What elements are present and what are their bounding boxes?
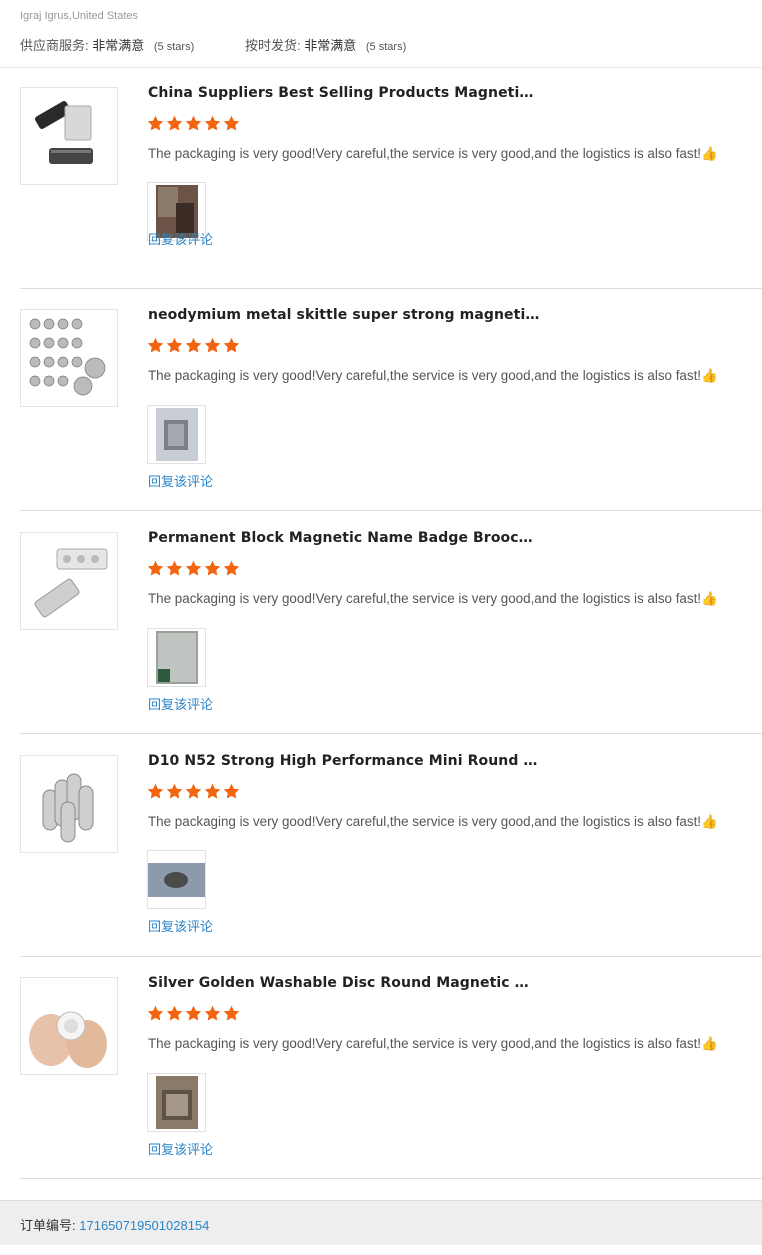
review-photo[interactable] [147,850,206,909]
review-comment: The packaging is very good!Very careful,… [148,146,718,161]
product-title[interactable]: Silver Golden Washable Disc Round Magnet… [148,975,529,991]
magnetic-badge-image [35,101,93,164]
rating-value: 非常满意 [304,38,357,53]
star-icon [166,783,183,799]
reply-link[interactable]: 回复该评论 [148,471,213,490]
product-title[interactable]: China Suppliers Best Selling Products Ma… [148,85,533,101]
star-icon [223,783,240,799]
magnet-pins-image [29,318,106,396]
star-icon [166,560,183,576]
star-icon [204,560,221,576]
reply-link[interactable]: 回复该评论 [148,916,213,935]
name-badge-magnet-image [34,548,108,618]
product-thumbnail[interactable] [20,309,118,407]
review-comment: The packaging is very good!Very careful,… [148,1036,718,1051]
review-comment: The packaging is very good!Very careful,… [148,591,718,606]
rating-label: 按时发货: [245,38,301,53]
star-rating [147,115,240,132]
divider [20,510,762,511]
order-number-label: 订单编号: [20,1218,76,1233]
round-magnets-image [42,773,94,843]
rating-note: (5 stars) [365,41,407,53]
star-icon [185,1005,202,1021]
star-icon [185,560,202,576]
product-thumbnail[interactable] [20,755,118,853]
order-number-link[interactable]: 171650719501028154 [79,1218,209,1233]
review-item: China Suppliers Best Selling Products Ma… [0,67,762,289]
review-photo[interactable] [147,405,206,464]
star-icon [204,783,221,799]
review-comment: The packaging is very good!Very careful,… [148,814,718,829]
product-thumbnail[interactable] [20,532,118,630]
buyer-name: Igraj Igrus,United States [20,10,139,22]
star-icon [166,115,183,131]
customer-photo-icon [148,863,205,897]
rating-note: (5 stars) [153,41,195,53]
divider [20,733,762,734]
star-icon [147,337,164,353]
star-icon [204,115,221,131]
star-icon [147,560,164,576]
reply-link[interactable]: 回复该评论 [148,229,213,248]
star-icon [166,1005,183,1021]
customer-photo-icon [156,631,198,684]
divider [20,1178,762,1179]
star-icon [223,115,240,131]
star-rating [147,560,240,577]
star-icon [185,115,202,131]
shipping-rating: 按时发货: 非常满意 (5 stars) [245,35,406,54]
star-icon [204,1005,221,1021]
star-rating [147,1005,240,1022]
star-icon [204,337,221,353]
star-icon [223,560,240,576]
rating-label: 供应商服务: [20,38,89,53]
product-title[interactable]: neodymium metal skittle super strong mag… [148,307,539,323]
product-title[interactable]: D10 N52 Strong High Performance Mini Rou… [148,753,538,769]
customer-photo-icon [156,408,198,461]
rating-value: 非常满意 [92,38,145,53]
order-footer: 订单编号: 171650719501028154 [0,1200,762,1245]
star-rating [147,337,240,354]
review-item: Silver Golden Washable Disc Round Magnet… [0,957,762,1179]
star-icon [147,783,164,799]
reply-link[interactable]: 回复该评论 [148,694,213,713]
star-rating [147,783,240,800]
review-item: neodymium metal skittle super strong mag… [0,289,762,511]
star-icon [185,783,202,799]
star-icon [223,1005,240,1021]
reply-link[interactable]: 回复该评论 [148,1139,213,1158]
star-icon [147,1005,164,1021]
review-comment: The packaging is very good!Very careful,… [148,368,718,383]
order-number-row: 订单编号: 171650719501028154 [20,1215,209,1234]
disc-magnet-hand-image [29,1011,107,1068]
review-photo[interactable] [147,1073,206,1132]
review-item: Permanent Block Magnetic Name Badge Broo… [0,512,762,734]
product-title[interactable]: Permanent Block Magnetic Name Badge Broo… [148,530,533,546]
review-item: D10 N52 Strong High Performance Mini Rou… [0,735,762,957]
product-thumbnail[interactable] [20,977,118,1075]
star-icon [166,337,183,353]
review-photo[interactable] [147,628,206,687]
supplier-service-rating: 供应商服务: 非常满意 (5 stars) [20,35,194,54]
customer-photo-icon [156,1076,198,1129]
star-icon [185,337,202,353]
star-icon [223,337,240,353]
review-header: Igraj Igrus,United States 供应商服务: 非常满意 (5… [0,0,762,68]
star-icon [147,115,164,131]
product-thumbnail[interactable] [20,87,118,185]
